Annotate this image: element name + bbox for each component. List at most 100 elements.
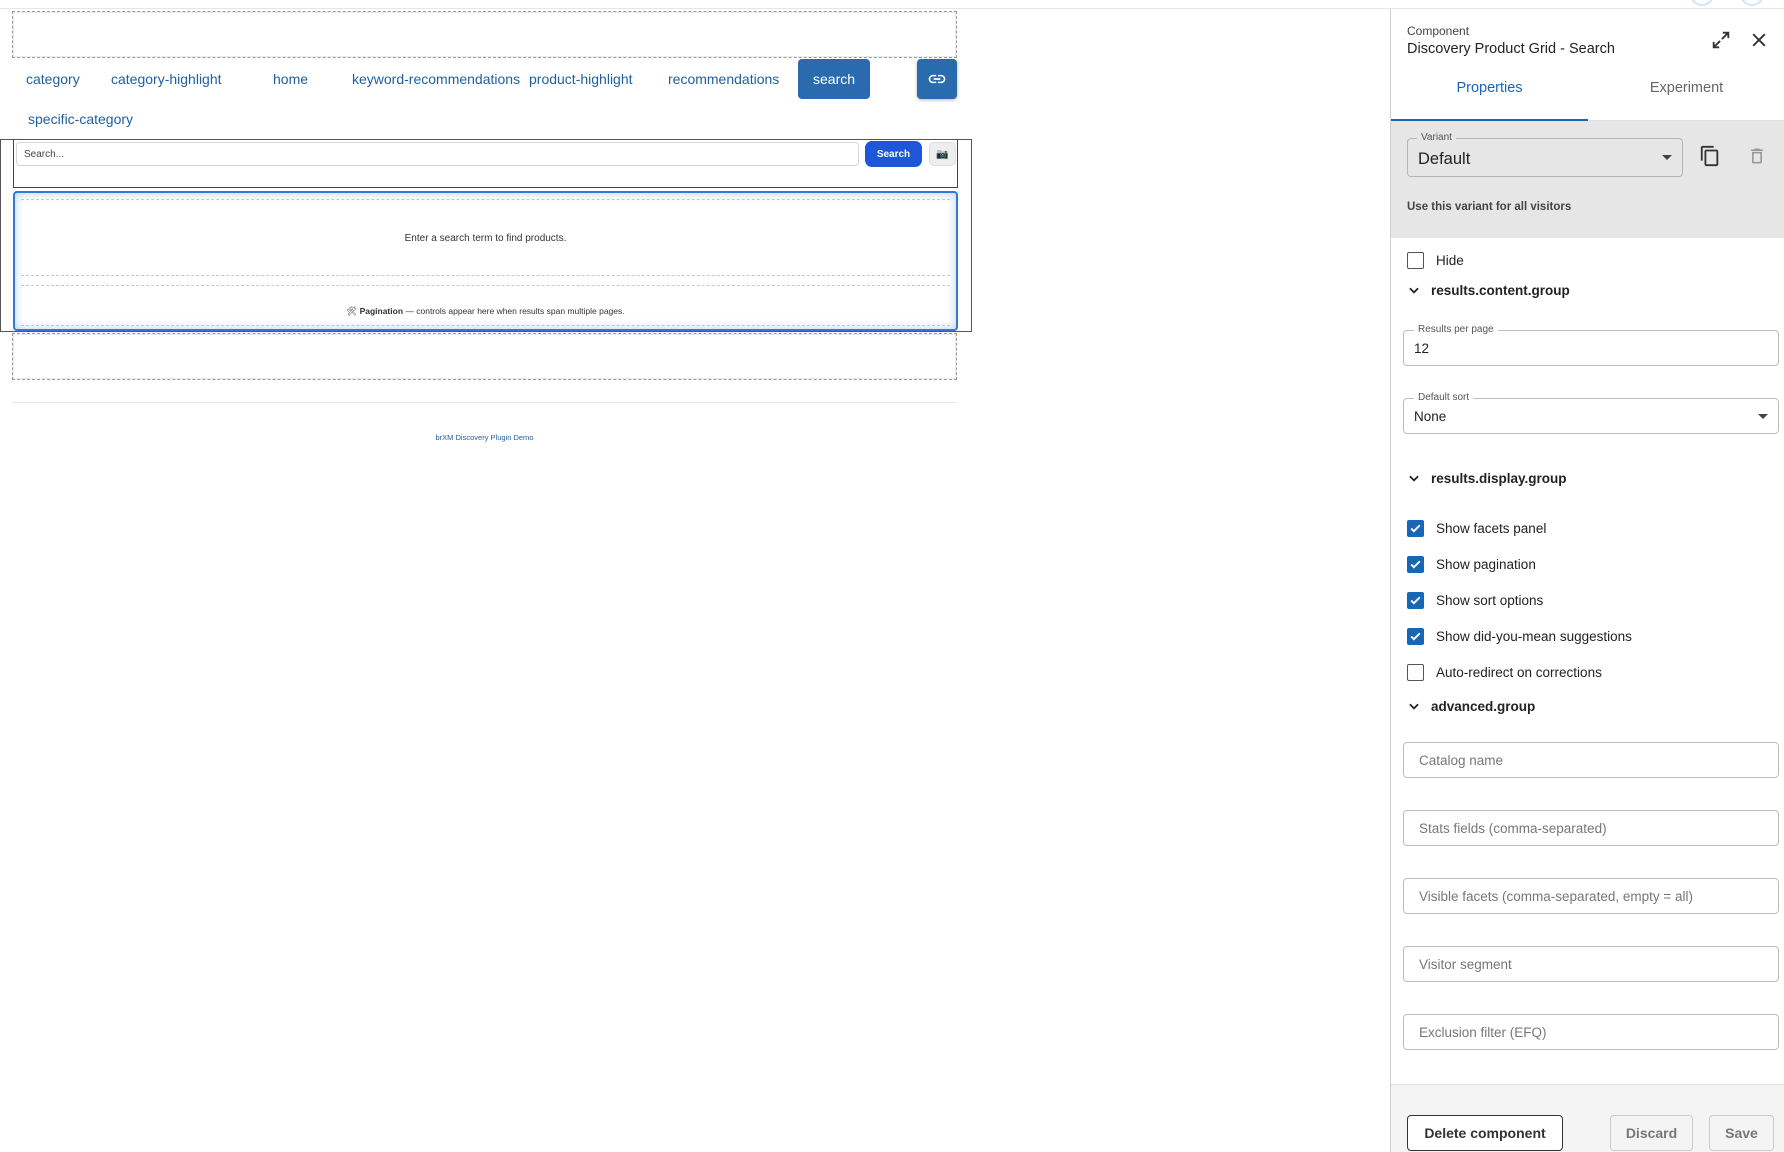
stats-fields-field[interactable] [1403,810,1779,846]
checkbox-unchecked[interactable] [1407,251,1424,269]
results-per-page-field[interactable]: Results per page 12 [1403,324,1779,366]
nav-link-category[interactable]: category [26,59,80,99]
panel-title: Discovery Product Grid - Search [1407,41,1615,57]
checkbox-label: Show facets panel [1436,520,1547,536]
checkbox-label: Auto-redirect on corrections [1436,664,1602,680]
hide-checkbox[interactable]: Hide [1407,249,1464,271]
checkbox-checked[interactable] [1407,519,1424,537]
show-pagination-checkbox[interactable]: Show pagination [1407,553,1536,575]
checkbox-label: Show sort options [1436,592,1544,608]
group-label: results.display.group [1431,470,1567,486]
chevron-down-icon [1409,287,1419,294]
search-input[interactable] [16,142,859,166]
checkbox-label: Show did-you-mean suggestions [1436,628,1632,644]
check-icon [1410,596,1421,605]
visible-facets-field[interactable] [1403,878,1779,914]
catalog-name-input[interactable] [1405,744,1777,776]
container-placeholder-top[interactable] [12,11,957,58]
panel-header: Component Discovery Product Grid - Searc… [1391,9,1784,59]
default-sort-select[interactable]: Default sort None [1403,392,1779,434]
copy-icon [1700,145,1719,167]
discard-button[interactable]: Discard [1610,1115,1693,1151]
group-label: results.content.group [1431,282,1570,298]
checkbox-checked[interactable] [1407,627,1424,645]
link-button[interactable] [917,59,957,99]
save-button[interactable]: Save [1709,1115,1774,1151]
show-sort-options-checkbox[interactable]: Show sort options [1407,589,1543,611]
check-icon [1410,524,1421,533]
tab-experiment[interactable]: Experiment [1588,75,1784,121]
pagination-text: — controls appear here when results span… [403,306,625,316]
divider [21,325,950,326]
pagination-title: Pagination [359,306,404,316]
expand-icon [1712,31,1730,49]
field-value: None [1414,409,1447,424]
avatar-icon[interactable] [1740,0,1764,6]
chevron-down-icon [1409,475,1419,482]
nav-link-home[interactable]: home [273,59,308,99]
tools-icon: 🛠 [346,306,358,316]
exclusion-filter-field[interactable] [1403,1014,1779,1050]
nav-link-category-highlight[interactable]: category-highlight [111,59,222,99]
checkbox-checked[interactable] [1407,591,1424,609]
copy-variant-button[interactable] [1698,143,1722,169]
close-panel-button[interactable] [1747,28,1771,52]
nav-link-search[interactable]: search [798,59,871,99]
product-results-area[interactable]: Enter a search term to find products. 🛠 … [13,191,958,331]
exclusion-filter-input[interactable] [1405,1016,1777,1048]
visitor-segment-field[interactable] [1403,946,1779,982]
footer-text: brXM Discovery Plugin Demo [435,433,534,442]
variant-label: Variant [1417,132,1456,143]
trash-icon [1751,148,1763,164]
variant-value: Default [1418,150,1471,168]
expand-button[interactable] [1709,28,1733,52]
checkbox-label: Hide [1436,252,1464,268]
container-placeholder-bottom[interactable] [12,333,957,380]
checkbox-label: Show pagination [1436,556,1536,572]
delete-component-button[interactable]: Delete component [1407,1115,1563,1151]
tab-properties[interactable]: Properties [1391,75,1588,121]
component-properties-panel: Component Discovery Product Grid - Searc… [1390,9,1784,1152]
show-facets-checkbox[interactable]: Show facets panel [1407,517,1546,539]
auto-redirect-checkbox[interactable]: Auto-redirect on corrections [1407,661,1602,683]
checkbox-checked[interactable] [1407,555,1424,573]
visible-facets-input[interactable] [1405,880,1777,912]
group-toggle-advanced[interactable]: advanced.group [1407,695,1535,717]
nav-link-product-highlight[interactable]: product-highlight [529,59,633,99]
nav-link-keyword-recommendations[interactable]: keyword-recommendations [352,59,520,99]
visitor-segment-input[interactable] [1405,948,1777,980]
variant-section: Variant Default Use this variant for all… [1391,121,1784,238]
divider [21,285,950,286]
pagination-placeholder: 🛠 Pagination — controls appear here when… [15,306,956,317]
catalog-name-field[interactable] [1403,742,1779,778]
group-toggle-content[interactable]: results.content.group [1407,279,1570,301]
field-value: 12 [1414,341,1430,356]
camera-search-button[interactable]: 📷 [929,142,956,166]
avatar-icon[interactable] [1690,0,1714,6]
field-label: Default sort [1414,392,1474,403]
footer-divider [12,402,957,403]
divider [21,199,950,200]
link-icon [928,74,946,84]
variant-hint: Use this variant for all visitors [1407,201,1572,213]
camera-icon: 📷 [936,148,949,160]
top-strip [0,0,1784,9]
delete-variant-button[interactable] [1745,143,1769,169]
variant-select[interactable]: Variant Default [1407,132,1683,177]
nav-link-specific-category[interactable]: specific-category [28,99,133,139]
nav-link-recommendations[interactable]: recommendations [668,59,779,99]
empty-results-message: Enter a search term to find products. [404,233,567,244]
show-did-you-mean-checkbox[interactable]: Show did-you-mean suggestions [1407,625,1632,647]
caret-down-icon [1758,414,1768,419]
panel-kicker: Component [1407,24,1470,38]
page-preview: category category-highlight home keyword… [0,9,1390,1152]
checkbox-unchecked[interactable] [1407,663,1424,681]
chevron-down-icon [1409,703,1419,710]
group-label: advanced.group [1431,698,1536,714]
search-button[interactable]: Search [865,141,922,167]
stats-fields-input[interactable] [1405,812,1777,844]
discovery-search-component[interactable]: Search 📷 Enter a search term to find pro… [0,139,972,332]
divider [21,275,950,276]
panel-footer: Delete component Discard Save [1391,1084,1784,1152]
group-toggle-display[interactable]: results.display.group [1407,467,1567,489]
